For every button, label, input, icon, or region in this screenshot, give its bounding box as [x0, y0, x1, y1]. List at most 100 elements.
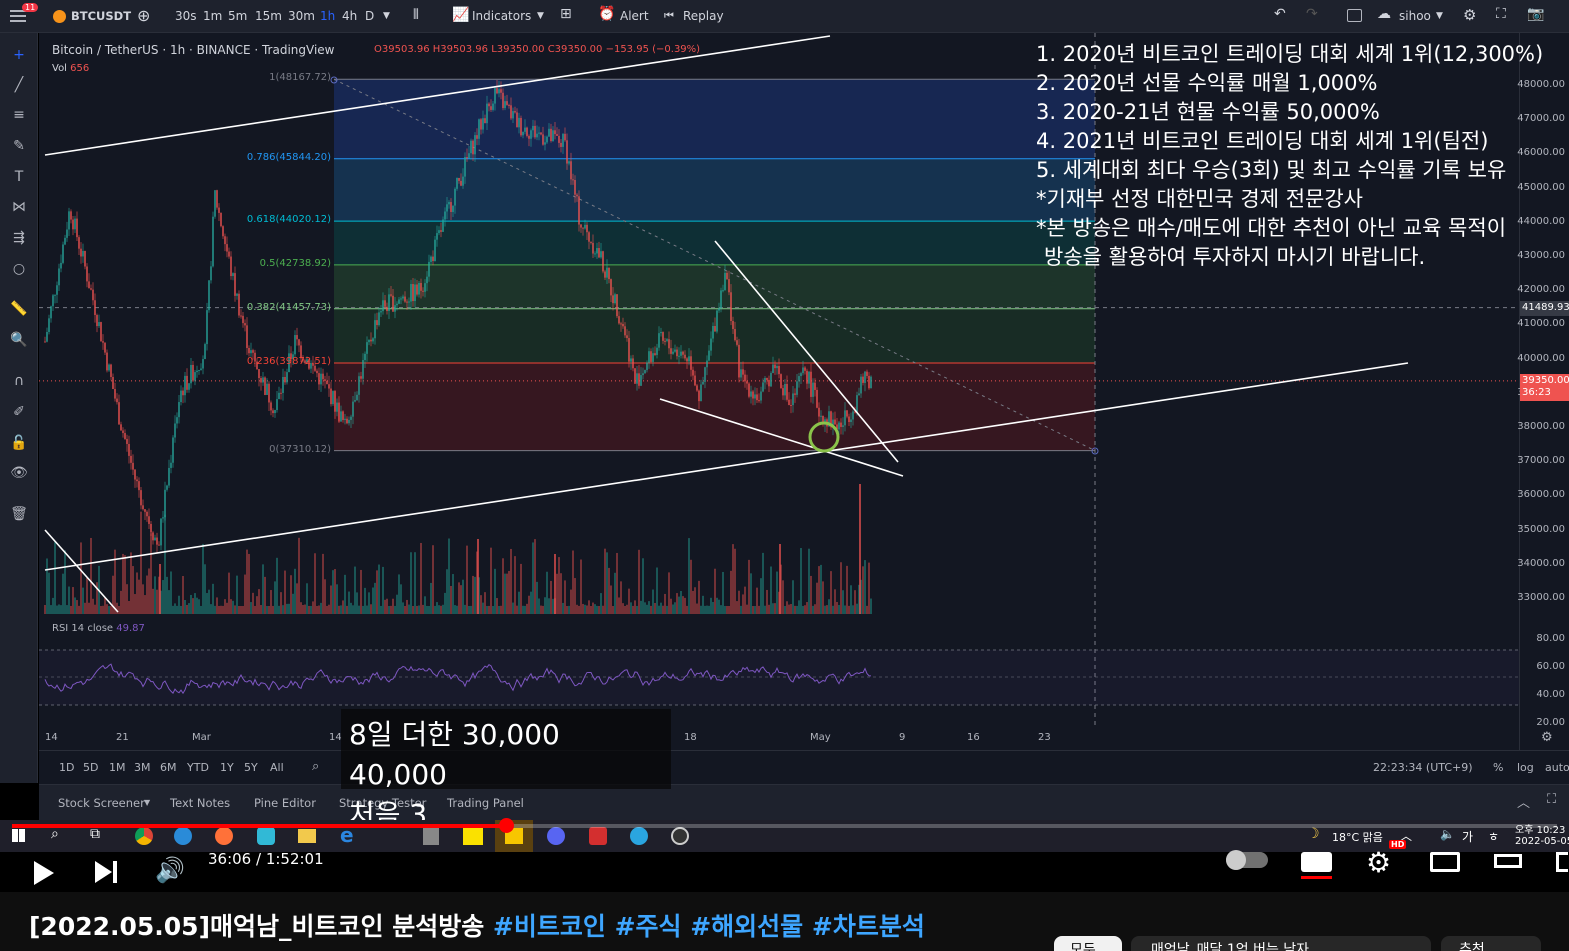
- firefox-app-icon[interactable]: [215, 827, 233, 845]
- interval-15m[interactable]: 15m: [255, 9, 282, 23]
- kakaotalk-app-icon[interactable]: [463, 827, 483, 845]
- calculator-app-icon[interactable]: [423, 827, 439, 845]
- undo-icon[interactable]: ↶: [1274, 6, 1286, 22]
- chart-type-icon[interactable]: ⫴: [413, 7, 419, 23]
- gear-icon[interactable]: ⚙: [1463, 6, 1476, 24]
- log-toggle[interactable]: log: [1517, 761, 1534, 774]
- percent-toggle[interactable]: %: [1493, 761, 1503, 774]
- range-1m[interactable]: 1M: [109, 761, 126, 774]
- search-icon[interactable]: ⌕: [51, 826, 59, 842]
- zoom-icon[interactable]: 🔍: [9, 330, 29, 350]
- tab-text-notes[interactable]: Text Notes: [170, 796, 230, 810]
- time-axis[interactable]: 14 21 Mar 14 18 May 9 16 23 ⚙: [39, 728, 1553, 750]
- indicators-icon[interactable]: 📈: [452, 7, 469, 23]
- range-ytd[interactable]: YTD: [187, 761, 209, 774]
- camera-icon[interactable]: 📷: [1527, 6, 1544, 22]
- prediction-icon[interactable]: ⇶: [9, 228, 29, 248]
- expand-icon[interactable]: ⛶: [1496, 6, 1506, 22]
- fib-retracement-icon[interactable]: ≡: [9, 105, 29, 125]
- maximize-panel-icon[interactable]: ⛶: [1547, 792, 1556, 807]
- chevron-down-icon[interactable]: ▼: [144, 798, 150, 807]
- chip-recommended[interactable]: 추천: [1441, 936, 1541, 951]
- weather-text[interactable]: 18°C 맑음: [1332, 829, 1383, 845]
- eye-icon[interactable]: 👁: [9, 463, 29, 483]
- tray-clock-date[interactable]: 2022-05-05: [1515, 836, 1569, 847]
- video-hashtags[interactable]: #비트코인 #주식 #해외선물 #차트분석: [493, 912, 925, 941]
- range-all[interactable]: All: [270, 761, 284, 774]
- tab-pine-editor[interactable]: Pine Editor: [254, 796, 316, 810]
- cloud-icon[interactable]: ☁: [1377, 6, 1391, 22]
- fullscreen-rect-icon[interactable]: [1347, 9, 1362, 22]
- alert-button[interactable]: Alert: [620, 9, 649, 23]
- stay-drawing-icon[interactable]: ✐: [9, 402, 29, 422]
- settings-icon[interactable]: ⚙: [1366, 846, 1391, 879]
- symbol-search[interactable]: BTCUSDT: [71, 9, 131, 23]
- windows-start-icon[interactable]: [12, 829, 25, 842]
- range-1d[interactable]: 1D: [59, 761, 74, 774]
- indicators-button[interactable]: Indicators: [472, 9, 531, 23]
- user-menu[interactable]: sihoo: [1399, 9, 1431, 23]
- circle-icon[interactable]: ○: [9, 259, 29, 279]
- task-view-icon[interactable]: ⧉: [90, 826, 100, 842]
- volume-icon[interactable]: 🔊: [155, 856, 185, 884]
- interval-d[interactable]: D: [365, 9, 374, 23]
- alert-icon[interactable]: ⏰: [598, 6, 615, 22]
- menu-icon[interactable]: [10, 10, 26, 22]
- bird-app-icon[interactable]: [257, 827, 275, 845]
- ruler-icon[interactable]: 📏: [9, 299, 29, 319]
- ime-mode-indicator[interactable]: ㅎ: [1488, 828, 1499, 845]
- chip-all[interactable]: 모두: [1054, 936, 1122, 951]
- clock[interactable]: 22:23:34 (UTC+9): [1373, 761, 1473, 774]
- telegram-app-icon[interactable]: [630, 827, 648, 845]
- tab-stock-screener[interactable]: Stock Screener: [58, 796, 145, 810]
- folder-app-icon[interactable]: [298, 829, 316, 843]
- subtitles-icon[interactable]: [1301, 852, 1332, 872]
- miniplayer-icon[interactable]: [1430, 852, 1460, 872]
- interval-5m[interactable]: 5m: [228, 9, 247, 23]
- settings-small-icon[interactable]: ⚙: [1541, 730, 1553, 745]
- autoplay-toggle[interactable]: [1226, 850, 1268, 870]
- chip-channel[interactable]: 매억남_매달 1억 버는 남자: [1131, 936, 1431, 951]
- chevron-down-icon[interactable]: ▼: [537, 11, 544, 21]
- interval-30m[interactable]: 30m: [288, 9, 315, 23]
- range-5y[interactable]: 5Y: [244, 761, 258, 774]
- chevron-up-icon[interactable]: ︿: [1517, 792, 1530, 811]
- discord-app-icon[interactable]: [547, 827, 565, 845]
- auto-toggle[interactable]: auto: [1545, 761, 1569, 774]
- interval-30s[interactable]: 30s: [175, 9, 197, 23]
- volume-tray-icon[interactable]: 🔈: [1440, 827, 1455, 841]
- replay-button[interactable]: Replay: [683, 9, 724, 23]
- redo-icon[interactable]: ↷: [1306, 6, 1318, 22]
- play-icon[interactable]: [34, 861, 54, 885]
- compare-icon[interactable]: ⊕: [137, 6, 150, 25]
- interval-1m[interactable]: 1m: [203, 9, 222, 23]
- interval-4h[interactable]: 4h: [342, 9, 357, 23]
- lock-icon[interactable]: 🔓: [9, 433, 29, 453]
- range-6m[interactable]: 6M: [160, 761, 177, 774]
- next-icon[interactable]: [95, 861, 112, 883]
- text-tool-icon[interactable]: T: [9, 167, 29, 187]
- theater-mode-icon[interactable]: [1494, 854, 1522, 868]
- trend-line-icon[interactable]: ╱: [9, 75, 29, 95]
- edge-app-icon[interactable]: [174, 827, 192, 845]
- fullscreen-icon[interactable]: [1556, 852, 1568, 872]
- chevron-down-icon[interactable]: ▼: [1436, 11, 1443, 21]
- ime-indicator[interactable]: 가: [1462, 828, 1473, 845]
- magnet-icon[interactable]: ∩: [9, 371, 29, 391]
- obs-app-icon[interactable]: [671, 827, 689, 845]
- replay-icon[interactable]: ⏮: [664, 9, 674, 23]
- chrome-app-icon[interactable]: [135, 827, 153, 845]
- chevron-down-icon[interactable]: ▼: [383, 11, 390, 21]
- goto-date-icon[interactable]: ⌕: [312, 759, 319, 774]
- trash-icon[interactable]: 🗑: [9, 504, 29, 524]
- layout-icon[interactable]: ⊞: [560, 6, 572, 22]
- brush-icon[interactable]: ✎: [9, 136, 29, 156]
- candle-body: [94, 300, 96, 315]
- range-3m[interactable]: 3M: [134, 761, 151, 774]
- app-red-icon[interactable]: [589, 827, 607, 845]
- interval-1h[interactable]: 1h: [320, 9, 335, 23]
- pattern-icon[interactable]: ⋈: [9, 197, 29, 217]
- range-5d[interactable]: 5D: [83, 761, 98, 774]
- crosshair-icon[interactable]: +: [9, 45, 29, 65]
- range-1y[interactable]: 1Y: [220, 761, 234, 774]
